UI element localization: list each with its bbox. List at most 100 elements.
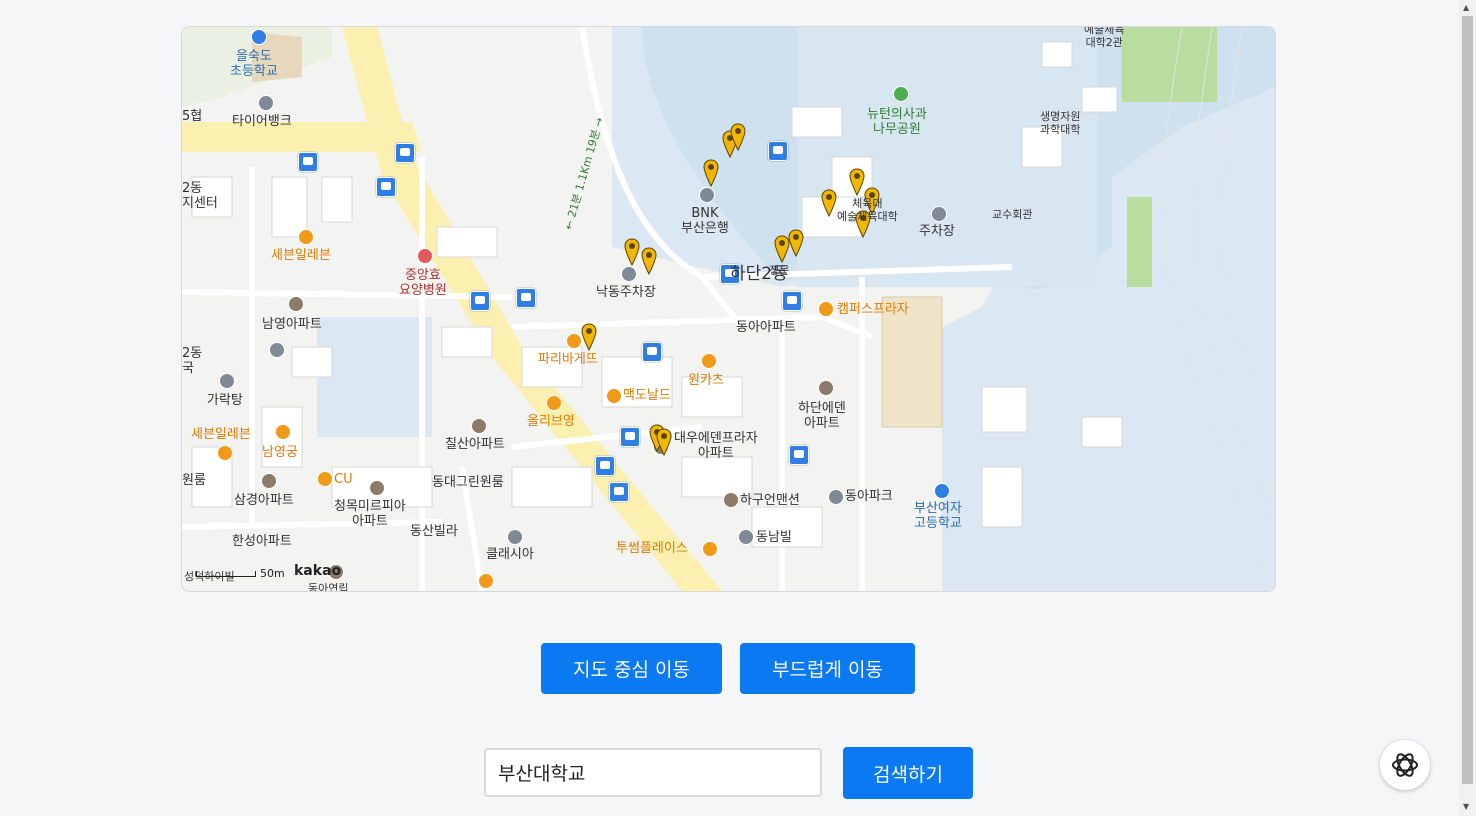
restaurant-icon[interactable] bbox=[701, 353, 717, 369]
map-label-twosome: 투썸플레이스 bbox=[616, 541, 688, 556]
map-label-namyounggung: 남영궁 bbox=[262, 445, 298, 460]
assistant-fab-button[interactable] bbox=[1380, 740, 1430, 790]
map-label-jungang-hospital: 중앙효 요양병원 bbox=[399, 268, 447, 298]
map-label-parking: 주차장 bbox=[919, 224, 955, 239]
search-input[interactable] bbox=[484, 748, 822, 797]
parking-icon[interactable] bbox=[621, 266, 637, 282]
bus-stop-icon[interactable] bbox=[516, 288, 536, 308]
search-result-marker[interactable] bbox=[788, 229, 804, 257]
map-label-samkyung-apt: 삼경아파트 bbox=[234, 493, 294, 508]
map-label-campus-plaza: 캠퍼스프라자 bbox=[837, 302, 909, 317]
map-label-edge-room: 원룸 bbox=[182, 473, 206, 488]
map-label-edge-dong-a: 동아연립 bbox=[308, 582, 349, 592]
bathhouse-icon[interactable] bbox=[219, 373, 235, 389]
map-label-main-gate: 정문 bbox=[769, 264, 790, 277]
apartment-icon[interactable] bbox=[288, 296, 304, 312]
store-icon[interactable] bbox=[818, 301, 834, 317]
search-result-marker[interactable] bbox=[656, 428, 672, 456]
parking-icon[interactable] bbox=[931, 206, 947, 222]
search-result-marker[interactable] bbox=[703, 159, 719, 187]
bus-stop-icon[interactable] bbox=[609, 482, 629, 502]
scale-bar bbox=[196, 571, 256, 577]
bus-stop-icon[interactable] bbox=[789, 445, 809, 465]
map-label-dong-a-apt: 동아아파트 bbox=[736, 320, 796, 335]
map-brand-logo: kakao bbox=[294, 563, 342, 579]
bus-stop-icon[interactable] bbox=[395, 143, 415, 163]
cafe-icon[interactable] bbox=[702, 541, 718, 557]
tire-shop-icon[interactable] bbox=[258, 95, 274, 111]
map-label-seven-eleven-1: 세븐일레븐 bbox=[271, 248, 331, 263]
map-label-hagueon: 하구언맨션 bbox=[740, 493, 800, 508]
map-label-newton-park: 뉴턴의사과 나무공원 bbox=[867, 107, 927, 137]
map-label-faculty-hall: 교수회관 bbox=[992, 208, 1033, 221]
map-label-olive-young: 올리브영 bbox=[527, 414, 575, 429]
search-result-marker[interactable] bbox=[849, 168, 865, 196]
map-label-edge-hyup: 5협 bbox=[182, 109, 203, 124]
convenience-store-icon[interactable] bbox=[217, 445, 233, 461]
apartment-icon[interactable] bbox=[369, 480, 385, 496]
scrollbar-thumb[interactable] bbox=[1462, 16, 1473, 784]
map-label-dong-a-park: 동아파크 bbox=[845, 489, 893, 504]
search-result-marker[interactable] bbox=[730, 123, 746, 151]
hospital-icon[interactable] bbox=[417, 248, 433, 264]
search-button[interactable]: 검색하기 bbox=[843, 747, 973, 799]
scale-label: 50m bbox=[260, 567, 285, 580]
store-icon[interactable] bbox=[546, 395, 562, 411]
map-label-arts-college: 체육대 예술체육대학 bbox=[837, 197, 898, 223]
bus-stop-icon[interactable] bbox=[595, 456, 615, 476]
bus-stop-icon[interactable] bbox=[768, 141, 788, 161]
search-result-marker[interactable] bbox=[641, 247, 657, 275]
school-icon[interactable] bbox=[934, 483, 950, 499]
bus-stop-icon[interactable] bbox=[782, 291, 802, 311]
bus-stop-icon[interactable] bbox=[470, 291, 490, 311]
map-label-chilsan-apt: 칠산아파트 bbox=[445, 437, 505, 452]
map-label-classia: 클래시아 bbox=[486, 547, 534, 562]
map-label-life-science: 생명자원 과학대학 bbox=[1040, 110, 1081, 136]
map-label-dongnambil: 동남빌 bbox=[756, 530, 792, 545]
map-label-edge-2dong: 2동 지센터 bbox=[182, 181, 218, 211]
bus-stop-icon[interactable] bbox=[298, 152, 318, 172]
store-icon[interactable] bbox=[478, 573, 494, 589]
map-label-dongdae-green: 동대그린원룸 bbox=[432, 475, 504, 490]
park-icon[interactable] bbox=[893, 86, 909, 102]
restaurant-icon[interactable] bbox=[275, 424, 291, 440]
map-scale: 50m bbox=[196, 567, 285, 580]
scroll-up-icon[interactable]: ▲ bbox=[1463, 3, 1469, 12]
map-label-daewoo-apt: 대우에덴프라자 아파트 bbox=[674, 431, 758, 461]
search-result-marker[interactable] bbox=[581, 323, 597, 351]
map-label-arts-2: 예술체육 대학2관 bbox=[1084, 26, 1125, 49]
search-result-marker[interactable] bbox=[821, 189, 837, 217]
bank-icon[interactable] bbox=[699, 187, 715, 203]
map-label-edge-2dong-b: 2동 국 bbox=[182, 346, 203, 376]
search-result-marker[interactable] bbox=[624, 238, 640, 266]
school-icon[interactable] bbox=[251, 29, 267, 45]
map-label-dongsan-villa: 동산빌라 bbox=[410, 524, 458, 539]
smooth-move-button[interactable]: 부드럽게 이동 bbox=[740, 643, 915, 694]
scroll-down-icon[interactable]: ▼ bbox=[1463, 802, 1469, 811]
building-icon[interactable] bbox=[507, 529, 523, 545]
building-icon[interactable] bbox=[738, 529, 754, 545]
convenience-store-icon[interactable] bbox=[298, 229, 314, 245]
map-label-chungmok-apt: 청목미르피아 아파트 bbox=[334, 499, 406, 529]
map-label-eulsukdo-school: 을숙도 초등학교 bbox=[230, 49, 278, 79]
convenience-store-icon[interactable] bbox=[317, 471, 333, 487]
map-label-bnk: BNK 부산은행 bbox=[681, 206, 729, 236]
apartment-icon[interactable] bbox=[818, 380, 834, 396]
bakery-icon[interactable] bbox=[566, 333, 582, 349]
map-label-nakdong-parking: 낙동주차장 bbox=[596, 285, 656, 300]
map-label-garaktang: 가락탕 bbox=[207, 393, 243, 408]
map-label-hansung-apt: 한성아파트 bbox=[232, 534, 292, 549]
parking-icon[interactable] bbox=[269, 342, 285, 358]
apartment-icon[interactable] bbox=[828, 489, 844, 505]
bus-stop-icon[interactable] bbox=[376, 177, 396, 197]
apartment-icon[interactable] bbox=[723, 492, 739, 508]
map-label-paris-baguette: 파리바게뜨 bbox=[538, 352, 598, 367]
bus-stop-icon[interactable] bbox=[642, 342, 662, 362]
vertical-scrollbar[interactable]: ▲ ▼ bbox=[1459, 0, 1476, 816]
apartment-icon[interactable] bbox=[261, 473, 277, 489]
bus-stop-icon[interactable] bbox=[620, 427, 640, 447]
map-view[interactable]: 을숙도 초등학교 타이어뱅크 5협 2동 지센터 세븐일레븐 중앙효 요양병원 … bbox=[181, 26, 1276, 592]
center-move-button[interactable]: 지도 중심 이동 bbox=[541, 643, 722, 694]
restaurant-icon[interactable] bbox=[606, 388, 622, 404]
apartment-icon[interactable] bbox=[471, 418, 487, 434]
